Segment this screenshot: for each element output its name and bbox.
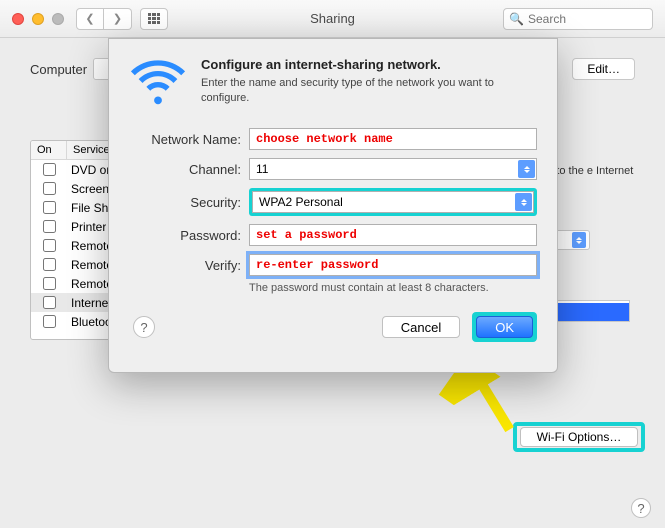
- col-on: On: [31, 141, 67, 159]
- security-highlight: WPA2 Personal: [249, 188, 537, 216]
- verify-password-input[interactable]: [249, 254, 537, 276]
- grid-icon: [148, 13, 160, 25]
- nav-buttons: ❮ ❯: [76, 8, 132, 30]
- service-checkbox[interactable]: [43, 296, 56, 309]
- network-name-input[interactable]: [249, 128, 537, 150]
- updown-icon: [518, 160, 535, 178]
- sheet-help-button[interactable]: ?: [133, 316, 155, 338]
- preferences-window: ❮ ❯ Sharing 🔍 Computer Edit… On Service …: [0, 0, 665, 528]
- sheet-title: Configure an internet-sharing network.: [201, 57, 537, 72]
- minimize-window-button[interactable]: [32, 13, 44, 25]
- service-checkbox[interactable]: [43, 277, 56, 290]
- search-icon: 🔍: [509, 12, 524, 26]
- help-button[interactable]: ?: [631, 498, 651, 518]
- wifi-options-button[interactable]: Wi-Fi Options…: [520, 427, 638, 447]
- password-hint: The password must contain at least 8 cha…: [249, 282, 537, 294]
- channel-label: Channel:: [129, 162, 241, 177]
- service-checkbox[interactable]: [43, 182, 56, 195]
- wifi-icon: [129, 57, 187, 112]
- computer-name-label: Computer: [30, 62, 87, 77]
- titlebar: ❮ ❯ Sharing 🔍: [0, 0, 665, 38]
- service-checkbox[interactable]: [43, 239, 56, 252]
- traffic-lights: [12, 13, 64, 25]
- back-button[interactable]: ❮: [76, 8, 104, 30]
- ok-highlight: OK: [472, 312, 537, 342]
- service-checkbox[interactable]: [43, 315, 56, 328]
- wifi-options-highlight: Wi-Fi Options…: [513, 422, 645, 452]
- edit-button[interactable]: Edit…: [572, 58, 635, 80]
- service-checkbox[interactable]: [43, 201, 56, 214]
- password-input[interactable]: [249, 224, 537, 246]
- updown-icon: [572, 232, 586, 248]
- zoom-window-button[interactable]: [52, 13, 64, 25]
- security-label: Security:: [129, 195, 241, 210]
- ok-button[interactable]: OK: [476, 316, 533, 338]
- search-input[interactable]: [503, 8, 653, 30]
- verify-label: Verify:: [129, 258, 241, 273]
- channel-dropdown[interactable]: 11: [249, 158, 537, 180]
- close-window-button[interactable]: [12, 13, 24, 25]
- show-all-button[interactable]: [140, 8, 168, 30]
- window-title: Sharing: [310, 11, 355, 26]
- internet-sharing-sheet: Configure an internet-sharing network. E…: [108, 38, 558, 373]
- forward-button[interactable]: ❯: [104, 8, 132, 30]
- service-checkbox[interactable]: [43, 220, 56, 233]
- cancel-button[interactable]: Cancel: [382, 316, 460, 338]
- service-checkbox[interactable]: [43, 163, 56, 176]
- network-name-label: Network Name:: [129, 132, 241, 147]
- service-checkbox[interactable]: [43, 258, 56, 271]
- password-label: Password:: [129, 228, 241, 243]
- security-dropdown[interactable]: WPA2 Personal: [252, 191, 534, 213]
- sheet-subtitle: Enter the name and security type of the …: [201, 76, 537, 106]
- updown-icon: [515, 193, 532, 211]
